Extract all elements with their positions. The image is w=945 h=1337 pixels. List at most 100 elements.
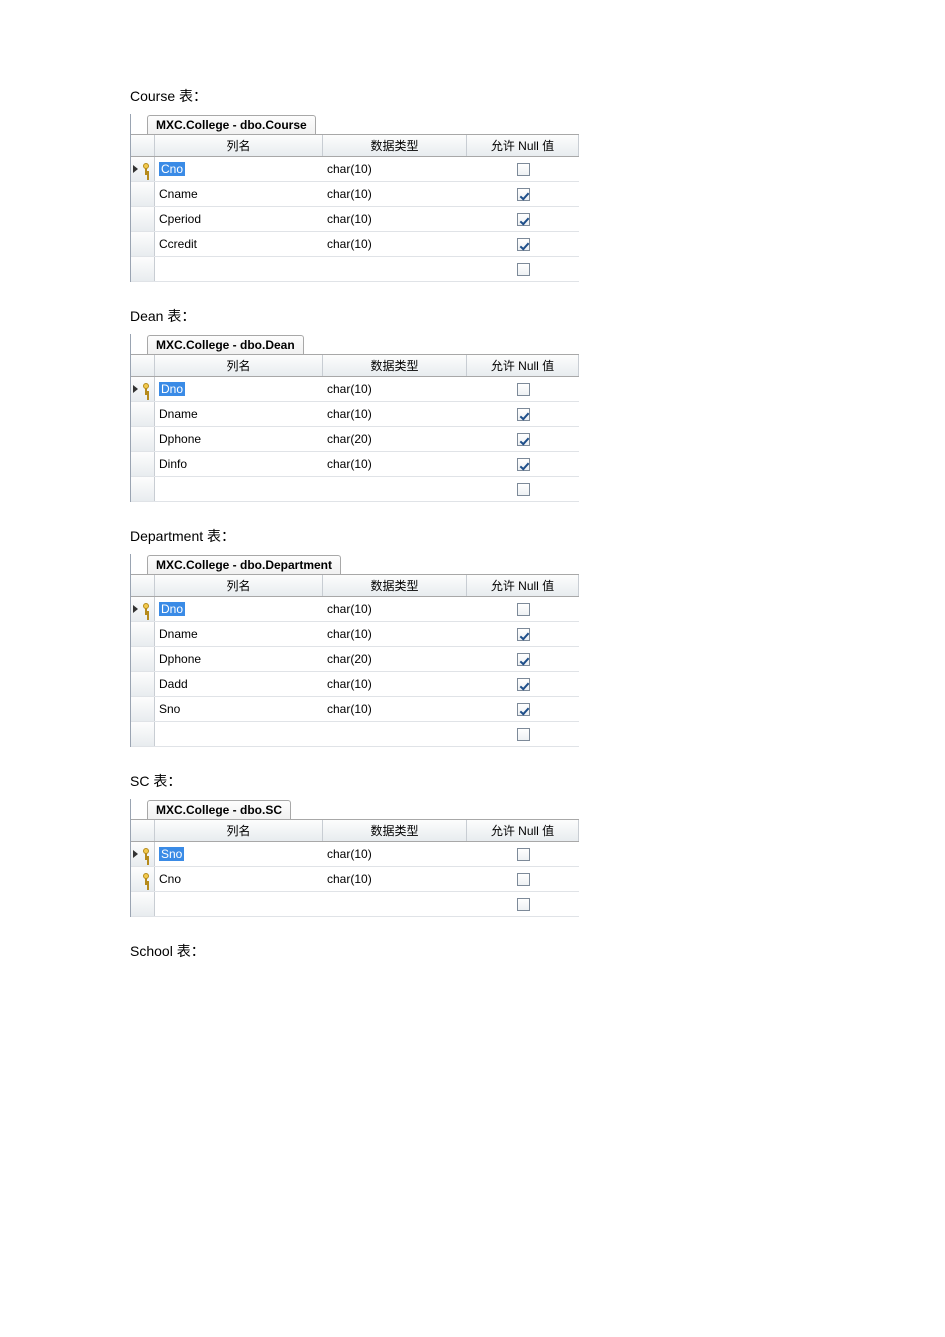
allow-null-cell[interactable] <box>467 650 579 668</box>
allow-null-cell[interactable] <box>467 380 579 398</box>
allow-null-checkbox[interactable] <box>517 728 530 741</box>
allow-null-cell[interactable] <box>467 700 579 718</box>
table-row[interactable]: Cperiodchar(10) <box>131 207 579 232</box>
table-tab[interactable]: MXC.College - dbo.Dean <box>147 335 304 354</box>
column-name-cell[interactable] <box>155 487 323 491</box>
table-row[interactable]: Cnochar(10) <box>131 157 579 182</box>
allow-null-checkbox[interactable] <box>517 603 530 616</box>
data-type-cell[interactable]: char(10) <box>323 845 467 863</box>
data-type-cell[interactable] <box>323 902 467 906</box>
allow-null-cell[interactable] <box>467 870 579 888</box>
table-row[interactable]: Dnochar(10) <box>131 377 579 402</box>
allow-null-checkbox[interactable] <box>517 678 530 691</box>
data-type-cell[interactable]: char(10) <box>323 405 467 423</box>
table-row[interactable]: Cnochar(10) <box>131 867 579 892</box>
row-gutter[interactable] <box>131 892 155 916</box>
column-name-cell[interactable]: Cno <box>155 160 323 178</box>
row-gutter[interactable] <box>131 157 155 181</box>
column-name-cell[interactable]: Cname <box>155 185 323 203</box>
allow-null-cell[interactable] <box>467 405 579 423</box>
allow-null-cell[interactable] <box>467 430 579 448</box>
allow-null-cell[interactable] <box>467 600 579 618</box>
data-type-cell[interactable]: char(20) <box>323 650 467 668</box>
column-name-cell[interactable]: Dadd <box>155 675 323 693</box>
data-type-cell[interactable]: char(10) <box>323 455 467 473</box>
table-row[interactable]: Daddchar(10) <box>131 672 579 697</box>
column-name-cell[interactable]: Dphone <box>155 650 323 668</box>
row-gutter[interactable] <box>131 257 155 281</box>
data-type-cell[interactable]: char(10) <box>323 160 467 178</box>
allow-null-cell[interactable] <box>467 845 579 863</box>
allow-null-cell[interactable] <box>467 185 579 203</box>
column-name-cell[interactable]: Ccredit <box>155 235 323 253</box>
allow-null-cell[interactable] <box>467 725 579 743</box>
table-row[interactable]: Dnamechar(10) <box>131 402 579 427</box>
row-gutter[interactable] <box>131 402 155 426</box>
header-data-type[interactable]: 数据类型 <box>323 135 467 156</box>
data-type-cell[interactable]: char(20) <box>323 430 467 448</box>
table-row[interactable]: Dnamechar(10) <box>131 622 579 647</box>
allow-null-cell[interactable] <box>467 160 579 178</box>
allow-null-checkbox[interactable] <box>517 458 530 471</box>
table-row[interactable]: Snochar(10) <box>131 697 579 722</box>
data-type-cell[interactable] <box>323 487 467 491</box>
header-col-name[interactable]: 列名 <box>155 355 323 376</box>
allow-null-checkbox[interactable] <box>517 433 530 446</box>
allow-null-checkbox[interactable] <box>517 848 530 861</box>
allow-null-checkbox[interactable] <box>517 383 530 396</box>
allow-null-checkbox[interactable] <box>517 873 530 886</box>
table-row[interactable]: Dphonechar(20) <box>131 647 579 672</box>
allow-null-checkbox[interactable] <box>517 238 530 251</box>
column-name-cell[interactable]: Dno <box>155 380 323 398</box>
table-tab[interactable]: MXC.College - dbo.Course <box>147 115 316 134</box>
allow-null-checkbox[interactable] <box>517 263 530 276</box>
table-tab[interactable]: MXC.College - dbo.Department <box>147 555 341 574</box>
row-gutter[interactable] <box>131 867 155 891</box>
allow-null-cell[interactable] <box>467 480 579 498</box>
allow-null-checkbox[interactable] <box>517 163 530 176</box>
row-gutter[interactable] <box>131 427 155 451</box>
column-name-cell[interactable] <box>155 732 323 736</box>
table-row[interactable]: Dnochar(10) <box>131 597 579 622</box>
allow-null-cell[interactable] <box>467 675 579 693</box>
allow-null-checkbox[interactable] <box>517 628 530 641</box>
allow-null-checkbox[interactable] <box>517 898 530 911</box>
allow-null-cell[interactable] <box>467 455 579 473</box>
header-col-name[interactable]: 列名 <box>155 820 323 841</box>
row-gutter[interactable] <box>131 697 155 721</box>
allow-null-checkbox[interactable] <box>517 653 530 666</box>
row-gutter[interactable] <box>131 597 155 621</box>
column-name-cell[interactable]: Dphone <box>155 430 323 448</box>
header-allow-null[interactable]: 允许 Null 值 <box>467 820 579 841</box>
header-col-name[interactable]: 列名 <box>155 135 323 156</box>
allow-null-checkbox[interactable] <box>517 408 530 421</box>
row-gutter[interactable] <box>131 207 155 231</box>
column-name-cell[interactable]: Cperiod <box>155 210 323 228</box>
column-name-cell[interactable] <box>155 267 323 271</box>
column-name-cell[interactable] <box>155 902 323 906</box>
row-gutter[interactable] <box>131 672 155 696</box>
header-allow-null[interactable]: 允许 Null 值 <box>467 135 579 156</box>
data-type-cell[interactable]: char(10) <box>323 625 467 643</box>
allow-null-cell[interactable] <box>467 895 579 913</box>
table-row[interactable]: Cnamechar(10) <box>131 182 579 207</box>
data-type-cell[interactable]: char(10) <box>323 185 467 203</box>
row-gutter[interactable] <box>131 722 155 746</box>
table-row[interactable]: Snochar(10) <box>131 842 579 867</box>
data-type-cell[interactable] <box>323 267 467 271</box>
column-name-cell[interactable]: Dno <box>155 600 323 618</box>
column-name-cell[interactable]: Dinfo <box>155 455 323 473</box>
header-allow-null[interactable]: 允许 Null 值 <box>467 575 579 596</box>
data-type-cell[interactable]: char(10) <box>323 600 467 618</box>
data-type-cell[interactable]: char(10) <box>323 210 467 228</box>
column-name-cell[interactable]: Dname <box>155 405 323 423</box>
row-gutter[interactable] <box>131 647 155 671</box>
column-name-cell[interactable]: Sno <box>155 845 323 863</box>
allow-null-checkbox[interactable] <box>517 188 530 201</box>
data-type-cell[interactable] <box>323 732 467 736</box>
allow-null-checkbox[interactable] <box>517 483 530 496</box>
allow-null-checkbox[interactable] <box>517 213 530 226</box>
table-row[interactable]: Dinfochar(10) <box>131 452 579 477</box>
header-data-type[interactable]: 数据类型 <box>323 355 467 376</box>
table-row-empty[interactable] <box>131 722 579 747</box>
